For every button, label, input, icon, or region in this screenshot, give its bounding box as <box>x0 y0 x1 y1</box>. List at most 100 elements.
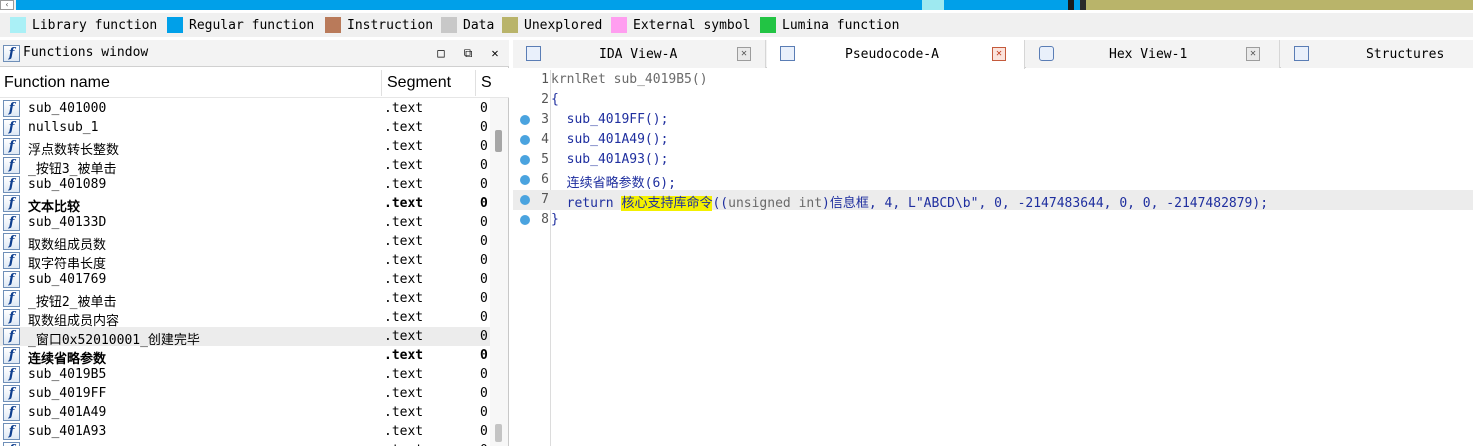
function-segment: .text <box>384 177 424 192</box>
close-icon[interactable]: ✕ <box>486 44 504 62</box>
code-token: 核心支持库命令 <box>621 196 713 211</box>
tab-structures[interactable]: Structures <box>1281 40 1473 68</box>
function-start: 0 <box>480 253 488 268</box>
view-tab-bar: IDA View-A ✕ Pseudocode-A ✕ Hex View-1 ✕… <box>513 40 1473 69</box>
code-line[interactable]: 7 return 核心支持库命令((unsigned int)信息框, 4, L… <box>513 190 1473 211</box>
function-segment: .text <box>384 348 424 363</box>
breakpoint-dot-icon[interactable] <box>520 155 530 165</box>
function-segment: .text <box>384 424 424 439</box>
function-row[interactable]: f 浮点数转长整数 .text 0 <box>0 137 490 158</box>
function-name: sub_401089 <box>28 177 107 192</box>
navigation-band[interactable]: ‹ <box>0 0 1473 10</box>
tab-close-icon[interactable]: ✕ <box>737 47 751 61</box>
column-divider[interactable] <box>475 70 476 96</box>
function-row[interactable]: f sub_4019FF .text 0 <box>0 384 490 403</box>
code-token: )信息框, 4, L"ABCD\b", 0, -2147483644, 0, 0… <box>822 196 1269 211</box>
function-start: 0 <box>480 386 488 401</box>
code-line[interactable]: 8} <box>513 210 1473 230</box>
scrollbar-thumb[interactable] <box>495 130 502 152</box>
function-icon: f <box>3 366 20 383</box>
code-token: (( <box>712 196 729 211</box>
function-start: 0 <box>480 329 488 344</box>
breakpoint-dot-icon[interactable] <box>520 215 530 225</box>
function-row[interactable]: f 取数组成员内容 .text 0 <box>0 308 490 329</box>
code-line[interactable]: 2{ <box>513 90 1473 110</box>
code-line[interactable]: 5 sub_401A93(); <box>513 150 1473 170</box>
function-row[interactable]: f_按钮1_被单击.text0 <box>0 441 490 446</box>
tab-hex-view-1[interactable]: Hex View-1 ✕ <box>1026 40 1280 68</box>
function-row[interactable]: f sub_401769 .text 0 <box>0 270 490 289</box>
breakpoint-dot-icon[interactable] <box>520 195 530 205</box>
function-name: sub_401A93 <box>28 424 107 439</box>
float-window-icon[interactable]: ⧉ <box>459 44 477 62</box>
function-row[interactable]: f 取字符串长度 .text 0 <box>0 251 490 272</box>
function-icon: f <box>3 119 20 136</box>
code-line[interactable]: 3 sub_4019FF(); <box>513 110 1473 130</box>
function-icon: f <box>3 423 20 440</box>
legend-label: External symbol <box>633 17 751 33</box>
function-icon: f <box>3 328 20 345</box>
function-icon: f <box>3 233 20 250</box>
code-token: sub_4019FF(); <box>551 112 669 127</box>
legend-data: Data <box>441 16 494 34</box>
function-start: 0 <box>480 215 488 230</box>
function-row[interactable]: f 连续省略参数 .text 0 <box>0 346 490 367</box>
function-row[interactable]: f 文本比较 .text 0 <box>0 194 490 215</box>
tab-close-icon[interactable]: ✕ <box>1246 47 1260 61</box>
code-line[interactable]: 4 sub_401A49(); <box>513 130 1473 150</box>
function-row[interactable]: f sub_4019B5 .text 0 <box>0 365 490 384</box>
functions-window-titlebar[interactable]: f Functions window □ ⧉ ✕ <box>0 40 509 67</box>
navband-segment[interactable] <box>922 0 944 10</box>
breakpoint-dot-icon[interactable] <box>520 175 530 185</box>
function-row[interactable]: f sub_401A93 .text 0 <box>0 422 490 441</box>
tab-ida-view-a[interactable]: IDA View-A ✕ <box>513 40 766 68</box>
scrollbar-thumb-lower[interactable] <box>495 424 502 442</box>
legend-label: Unexplored <box>524 17 603 33</box>
function-name: sub_401000 <box>28 101 107 116</box>
function-start: 0 <box>480 424 488 439</box>
function-row[interactable]: f sub_401000 .text 0 <box>0 99 490 118</box>
line-number: 8 <box>541 212 549 227</box>
legend-bar: Library function Regular function Instru… <box>0 13 1473 37</box>
breakpoint-dot-icon[interactable] <box>520 135 530 145</box>
column-start[interactable]: S <box>481 74 492 92</box>
navband-segment[interactable] <box>16 0 922 10</box>
function-name: sub_4019FF <box>28 386 107 401</box>
code-token: 连续省略参数(6); <box>551 176 676 191</box>
code-text: sub_401A49(); <box>551 132 669 147</box>
breakpoint-dot-icon[interactable] <box>520 115 530 125</box>
function-segment: .text <box>384 329 424 344</box>
column-segment[interactable]: Segment <box>387 74 451 92</box>
function-segment: .text <box>384 291 424 306</box>
maximize-icon[interactable]: □ <box>432 44 450 62</box>
tab-close-icon[interactable]: ✕ <box>992 47 1006 61</box>
column-divider[interactable] <box>381 70 382 96</box>
function-row[interactable]: f sub_401089 .text 0 <box>0 175 490 194</box>
functions-scrollbar[interactable] <box>490 98 508 446</box>
navband-segment[interactable] <box>944 0 1068 10</box>
column-function-name[interactable]: Function name <box>4 74 110 92</box>
function-row[interactable]: f sub_40133D .text 0 <box>0 213 490 232</box>
tab-label: Structures <box>1366 47 1445 62</box>
function-row[interactable]: f _窗口0x52010001_创建完毕 .text 0 <box>0 327 490 348</box>
code-line[interactable]: 6 连续省略参数(6); <box>513 170 1473 191</box>
function-row[interactable]: f 取数组成员数 .text 0 <box>0 232 490 253</box>
hex-view-icon <box>1039 46 1054 61</box>
pseudocode-view[interactable]: 1 krnlRet sub_4019B5() 2{3 sub_4019FF(); 4 … <box>513 70 1473 446</box>
function-segment: .text <box>384 120 424 135</box>
function-row[interactable]: f sub_401A49 .text 0 <box>0 403 490 422</box>
function-segment: .text <box>384 405 424 420</box>
function-row[interactable]: f _按钮3_被单击 .text 0 <box>0 156 490 177</box>
navband-segment[interactable] <box>1086 0 1473 10</box>
legend-swatch <box>760 17 776 33</box>
function-row[interactable]: f nullsub_1 .text 0 <box>0 118 490 137</box>
functions-table-header: Function name Segment S <box>0 68 509 98</box>
legend-label: Lumina function <box>782 17 900 33</box>
function-row[interactable]: f _按钮2_被单击 .text 0 <box>0 289 490 310</box>
function-start: 0 <box>480 196 488 211</box>
tab-pseudocode-a[interactable]: Pseudocode-A ✕ <box>767 40 1025 69</box>
function-start: 0 <box>480 234 488 249</box>
code-line[interactable]: 1 krnlRet sub_4019B5() <box>513 70 1473 90</box>
navband-left-arrow-icon[interactable]: ‹ <box>0 0 14 10</box>
function-name: sub_4019B5 <box>28 367 107 382</box>
